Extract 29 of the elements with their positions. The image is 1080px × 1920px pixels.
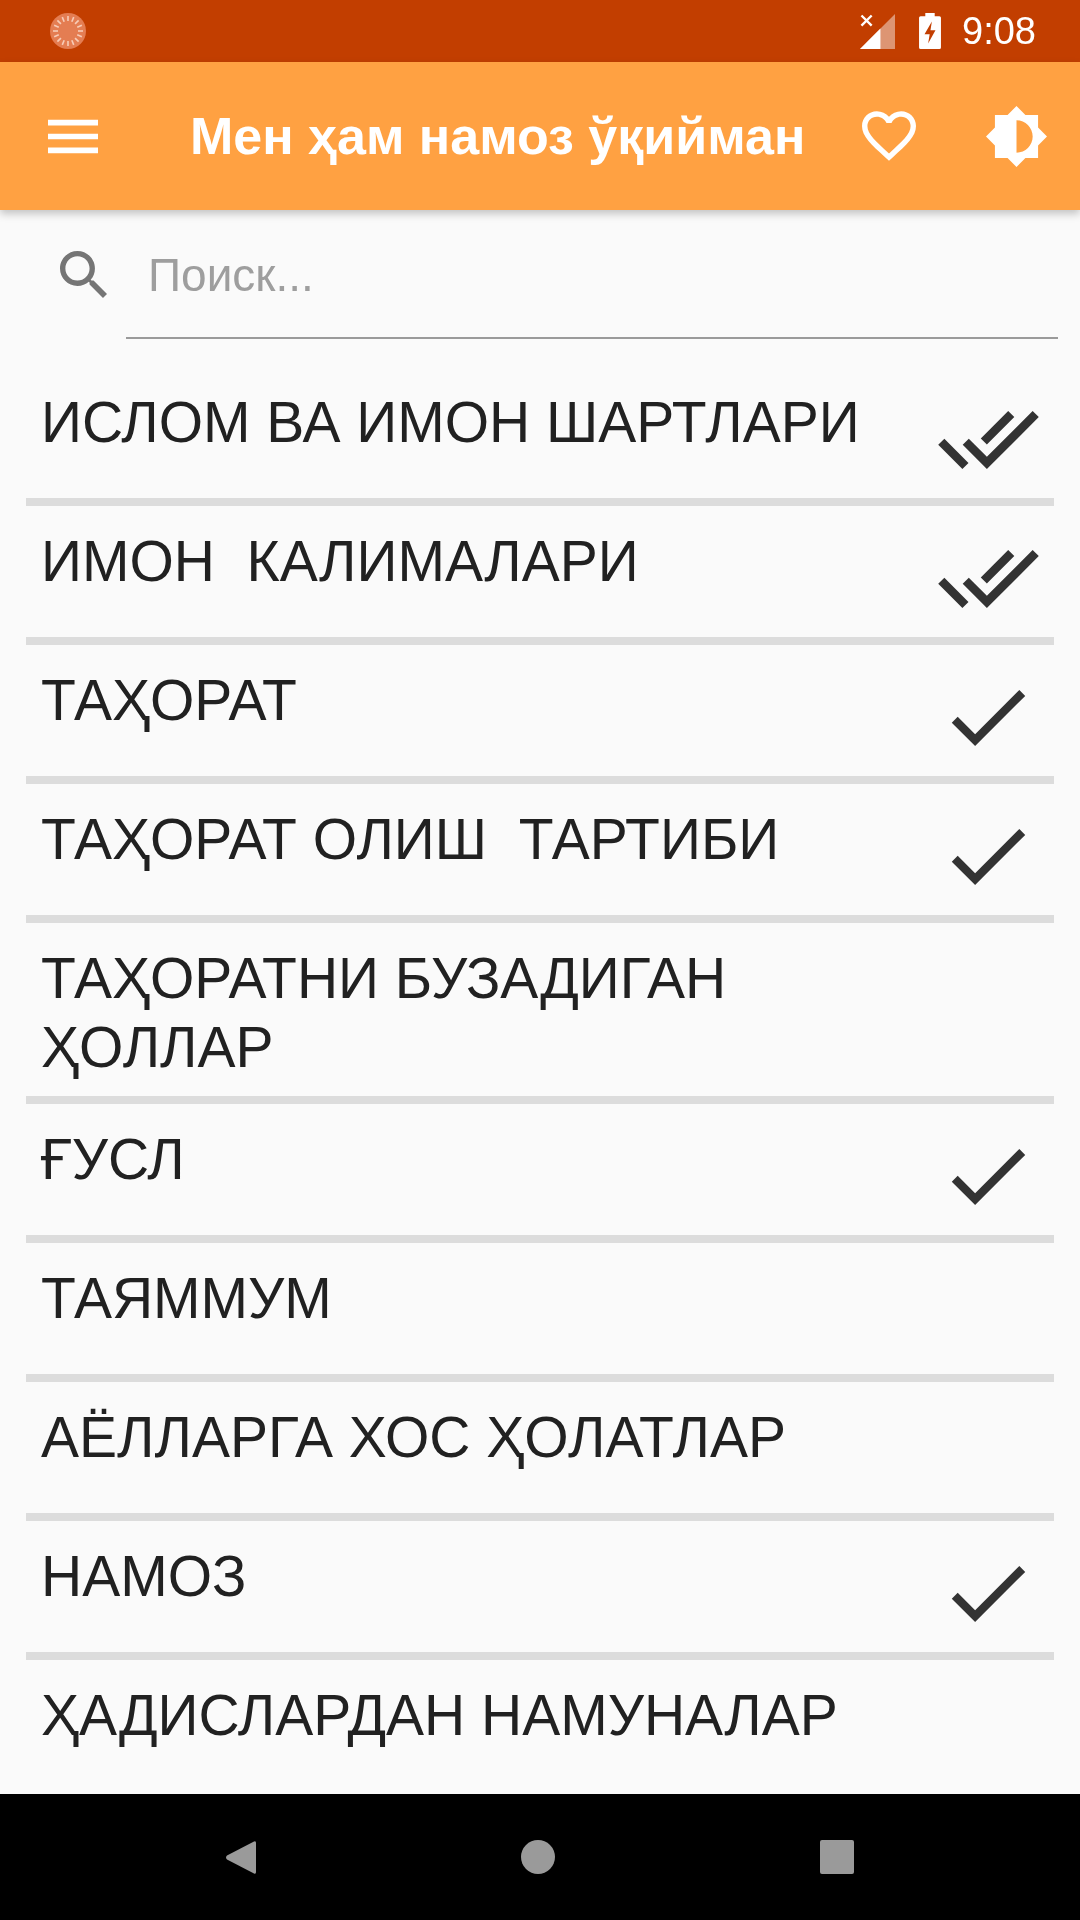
topic-title[interactable]: ҒУСЛ [41,1125,924,1194]
signal-icon [860,13,896,49]
topic-title[interactable]: ИМОН КАЛИМАЛАРИ [41,527,924,596]
topic-title[interactable]: ҲАДИСЛАРДАН НАМУНАЛАР [41,1681,924,1750]
brightness-button[interactable] [986,105,1047,167]
back-icon [225,1839,256,1875]
topic-title[interactable]: ИСЛОМ ВА ИМОН ШАРТЛАРИ [41,388,924,457]
topic-title[interactable]: ТАЯММУМ [41,1264,924,1333]
app-title: Мен ҳам намоз ўқийман [190,105,807,167]
status-time: 9:08 [962,12,1036,50]
topic-title[interactable]: АЁЛЛАРГА ХОС ҲОЛАТЛАР [41,1403,924,1472]
topic-title[interactable]: ТАҲОРАТ [41,666,924,735]
menu-icon [48,118,98,154]
battery-charging-icon [919,13,942,49]
topic-title[interactable]: ТАҲОРАТНИ БУЗАДИГАН ҲОЛЛАР [41,944,924,1082]
home-button[interactable] [521,1840,555,1874]
heart-outline-icon [862,111,916,161]
favorites-button[interactable] [862,111,916,161]
topic-title[interactable]: НАМОЗ [41,1542,924,1611]
brightness-icon [986,105,1047,167]
recents-icon [820,1840,854,1874]
topic-title[interactable]: ТАҲОРАТ ОЛИШ ТАРТИБИ [41,805,924,874]
back-button[interactable] [225,1839,256,1875]
search-icon [60,251,107,298]
search-field[interactable]: Поиск... [126,230,1058,339]
home-icon [521,1840,555,1874]
round-app-icon [50,13,86,49]
recents-button[interactable] [820,1840,854,1874]
menu-button[interactable] [48,118,98,154]
